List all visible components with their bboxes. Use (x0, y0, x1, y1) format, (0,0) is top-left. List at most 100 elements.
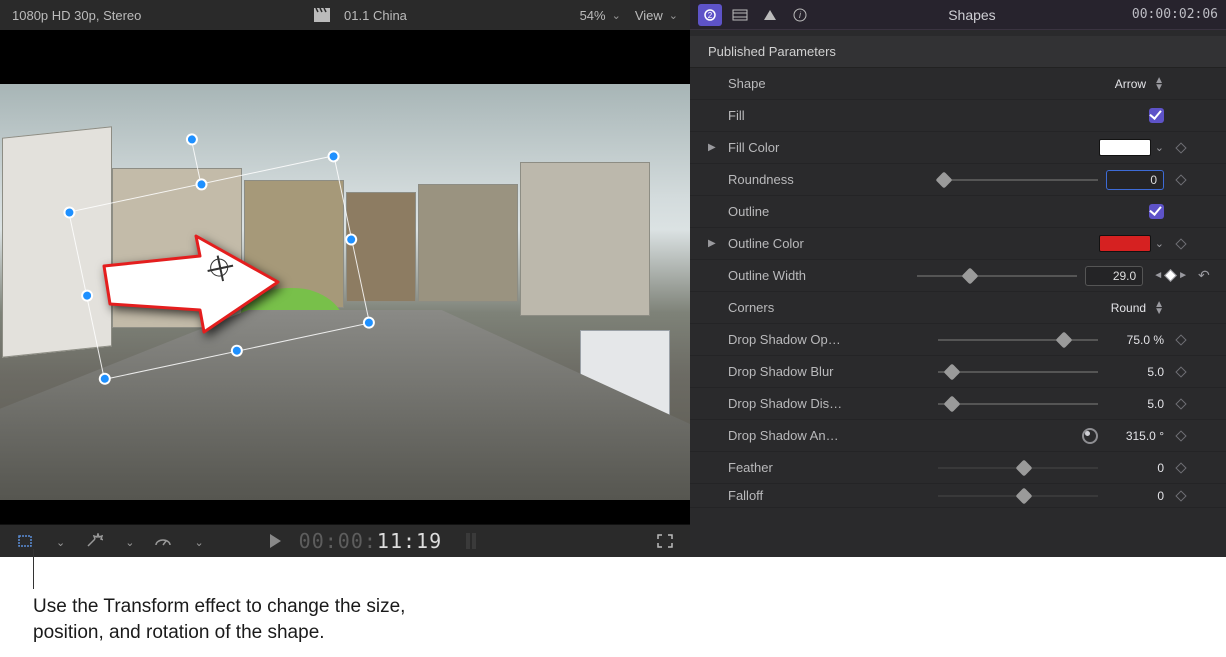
roundness-keyframe[interactable] (1174, 172, 1188, 187)
inspector-tabs: 2 i Shapes 00:00:02:06 (690, 0, 1226, 30)
timecode-bright: 11:19 (377, 529, 442, 553)
param-shape: Shape Arrow ▲▼ (690, 68, 1226, 100)
ds-blur-label: Drop Shadow Blur (728, 364, 868, 379)
roundness-label: Roundness (728, 172, 868, 187)
transform-tool-button[interactable] (14, 532, 36, 550)
ds-blur-value[interactable]: 5.0 (1106, 365, 1164, 379)
handle-top-center[interactable] (194, 177, 208, 191)
feather-value: 0 (1106, 461, 1164, 475)
ds-distance-slider[interactable] (938, 395, 1098, 413)
falloff-value: 0 (1106, 489, 1164, 503)
callout-leader-line (33, 549, 34, 589)
retime-menu[interactable] (192, 534, 203, 549)
fill-checkbox[interactable] (1149, 108, 1164, 123)
param-fill-color: ▶ Fill Color ⌄ (690, 132, 1226, 164)
param-outline-color: ▶ Outline Color ⌄ (690, 228, 1226, 260)
handle-middle-left[interactable] (80, 289, 94, 303)
param-falloff: Falloff 0 (690, 484, 1226, 508)
retime-button[interactable] (152, 532, 174, 550)
zoom-menu[interactable]: 54% (580, 8, 621, 23)
handle-bottom-left[interactable] (98, 372, 112, 386)
timecode-dim: 00:00: (299, 529, 377, 553)
outline-width-value[interactable]: 29.0 (1085, 266, 1143, 286)
clip-name[interactable]: 01.1 China (344, 8, 407, 23)
ds-distance-value[interactable]: 5.0 (1106, 397, 1164, 411)
outline-width-slider[interactable] (917, 267, 1077, 285)
view-menu[interactable]: View (635, 8, 678, 23)
param-corners: Corners Round ▲▼ (690, 292, 1226, 324)
ds-opacity-keyframe[interactable] (1174, 332, 1188, 347)
fill-color-disclosure[interactable]: ▶ (708, 142, 718, 153)
corners-stepper-icon[interactable]: ▲▼ (1154, 301, 1164, 315)
fill-color-swatch[interactable] (1099, 139, 1151, 156)
enhancements-button[interactable] (83, 532, 105, 550)
param-outline: Outline (690, 196, 1226, 228)
fill-color-menu[interactable]: ⌄ (1155, 141, 1164, 154)
param-fill: Fill (690, 100, 1226, 132)
param-ds-angle: Drop Shadow An… 315.0 ° (690, 420, 1226, 452)
inspector-timecode: 00:00:02:06 (1132, 7, 1218, 22)
handle-middle-right[interactable] (344, 232, 358, 246)
outline-label: Outline (728, 204, 868, 219)
video-inspector-tab[interactable] (728, 4, 752, 26)
roundness-slider[interactable] (938, 171, 1098, 189)
section-published-parameters: Published Parameters (690, 36, 1226, 68)
corners-value[interactable]: Round (1074, 301, 1146, 315)
param-feather: Feather 0 (690, 452, 1226, 484)
fullscreen-button[interactable] (654, 532, 676, 550)
inspector-pane: 2 i Shapes 00:00:02:06 Published Paramet… (690, 0, 1226, 557)
handle-top-left[interactable] (62, 205, 76, 219)
color-inspector-tab[interactable] (758, 4, 782, 26)
outline-color-swatch[interactable] (1099, 235, 1151, 252)
ds-angle-value[interactable]: 315.0 ° (1106, 429, 1164, 443)
audio-meter-icon (466, 533, 476, 549)
callout-text: Use the Transform effect to change the s… (33, 594, 553, 645)
shape-value[interactable]: Arrow (1074, 77, 1146, 91)
ds-distance-label: Drop Shadow Dis… (728, 396, 868, 411)
falloff-slider (938, 487, 1098, 505)
clapperboard-icon (314, 8, 330, 22)
shape-label: Shape (728, 76, 868, 91)
outline-color-keyframe[interactable] (1174, 236, 1188, 251)
falloff-label: Falloff (728, 488, 868, 503)
outline-color-disclosure[interactable]: ▶ (708, 238, 718, 249)
timecode-display[interactable]: 00:00:11:19 (299, 529, 442, 553)
play-button[interactable] (270, 534, 281, 548)
info-inspector-tab[interactable]: i (788, 4, 812, 26)
handle-top-right[interactable] (326, 149, 340, 163)
ds-blur-slider[interactable] (938, 363, 1098, 381)
title-inspector-tab[interactable]: 2 (698, 4, 722, 26)
outline-checkbox[interactable] (1149, 204, 1164, 219)
rotation-handle[interactable] (185, 132, 199, 146)
fill-color-keyframe[interactable] (1174, 140, 1188, 155)
outline-color-label: Outline Color (728, 236, 868, 251)
transform-tool-menu[interactable] (54, 534, 65, 549)
anchor-point-handle[interactable] (208, 257, 229, 278)
handle-bottom-center[interactable] (230, 344, 244, 358)
handle-bottom-right[interactable] (362, 316, 376, 330)
ds-distance-keyframe[interactable] (1174, 396, 1188, 411)
enhancements-menu[interactable] (123, 534, 134, 549)
outline-width-label: Outline Width (728, 268, 868, 283)
clip-format: 1080p HD 30p, Stereo (12, 8, 141, 23)
fill-color-label: Fill Color (728, 140, 868, 155)
ds-blur-keyframe[interactable] (1174, 364, 1188, 379)
outline-width-reset[interactable]: ↶ (1198, 267, 1212, 284)
ds-angle-keyframe[interactable] (1174, 428, 1188, 443)
viewer-canvas[interactable] (0, 30, 690, 524)
inspector-title: Shapes (818, 7, 1126, 23)
ds-opacity-value[interactable]: 75.0 % (1106, 333, 1164, 347)
callout-line1: Use the Transform effect to change the s… (33, 596, 405, 617)
roundness-value[interactable]: 0 (1106, 170, 1164, 190)
viewer-topbar: 1080p HD 30p, Stereo 01.1 China 54% View (0, 0, 690, 30)
ds-angle-dial[interactable] (1082, 428, 1098, 444)
corners-label: Corners (728, 300, 868, 315)
outline-color-menu[interactable]: ⌄ (1155, 237, 1164, 250)
inspector-body: Published Parameters Shape Arrow ▲▼ Fill… (690, 30, 1226, 508)
shape-stepper-icon[interactable]: ▲▼ (1154, 77, 1164, 91)
viewer-bottom-toolbar: 00:00:11:19 (0, 524, 690, 557)
outline-width-keyframe[interactable]: ◄► (1153, 270, 1188, 281)
svg-text:2: 2 (708, 11, 713, 20)
ds-opacity-slider[interactable] (938, 331, 1098, 349)
feather-label: Feather (728, 460, 868, 475)
